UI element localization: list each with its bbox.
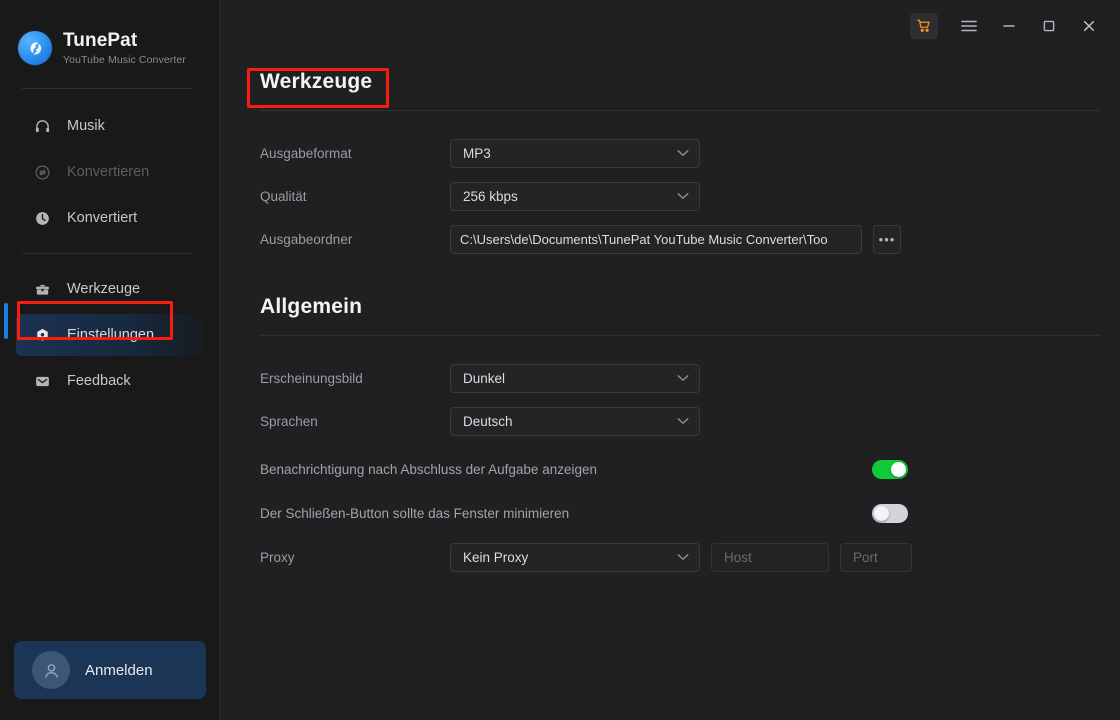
general-section: Allgemein Erscheinungsbild Dunkel Sprach… [260,295,1100,572]
language-select[interactable]: Deutsch [450,406,700,436]
main-panel: Werkzeuge Ausgabeformat MP3 Qualität 256… [220,0,1120,720]
sidebar-item-label: Musik [67,118,105,134]
convert-icon [32,162,52,182]
general-section-divider [260,335,1100,336]
toggle-knob [891,461,906,477]
menu-icon[interactable] [950,11,988,41]
chevron-down-icon [677,149,689,157]
output-folder-label: Ausgabeordner [260,231,353,247]
brand-divider [22,88,192,89]
minimize-on-close-label: Der Schließen-Button sollte das Fenster … [260,505,570,521]
appearance-label: Erscheinungsbild [260,370,363,386]
quality-value: 256 kbps [463,188,518,204]
history-clock-icon [32,208,52,228]
sidebar-item-feedback[interactable]: Feedback [16,360,203,402]
sidebar-item-label: Werkzeuge [67,281,141,297]
toolbox-icon [32,279,52,299]
notification-row: Benachrichtigung nach Abschluss der Aufg… [260,454,908,484]
tunepat-window: TunePat YouTube Music Converter Musik Ko… [0,0,1120,720]
brand-subtitle: YouTube Music Converter [63,54,186,67]
sidebar-item-konvertiert[interactable]: Konvertiert [16,197,203,239]
sidebar-item-label: Konvertieren [67,164,150,180]
proxy-label: Proxy [260,549,295,565]
quality-select[interactable]: 256 kbps [450,181,700,211]
gear-icon [32,325,52,345]
quality-row: Qualität 256 kbps [260,181,1100,211]
mail-icon [32,371,52,391]
output-format-select[interactable]: MP3 [450,138,700,168]
proxy-port-input[interactable]: Port [840,542,912,572]
tunepat-logo-icon [18,31,52,65]
user-avatar-icon [32,651,70,689]
cart-icon[interactable] [910,13,938,39]
general-title: Allgemein [260,295,363,318]
sidebar-item-label: Konvertiert [67,210,138,226]
active-item-accent-bar [4,303,8,339]
notification-toggle[interactable] [872,459,908,479]
tools-section-divider [260,110,1100,111]
notification-label: Benachrichtigung nach Abschluss der Aufg… [260,461,597,477]
output-format-label: Ausgabeformat [260,145,352,161]
quality-label: Qualität [260,188,307,204]
sidebar-item-konvertieren[interactable]: Konvertieren [16,151,203,193]
browse-folder-button[interactable]: ••• [873,224,901,254]
proxy-row: Proxy Kein Proxy Host Port [260,542,1100,572]
minimize-on-close-row: Der Schließen-Button sollte das Fenster … [260,498,908,528]
toggle-knob [874,505,889,521]
sidebar: TunePat YouTube Music Converter Musik Ko… [0,0,220,720]
brand-header: TunePat YouTube Music Converter [0,0,219,72]
close-icon[interactable] [1070,11,1108,41]
output-folder-input[interactable]: C:\Users\de\Documents\TunePat YouTube Mu… [450,224,862,254]
sidebar-item-label: Einstellungen [67,327,155,343]
brand-name: TunePat [63,29,138,51]
output-folder-row: Ausgabeordner C:\Users\de\Documents\Tune… [260,224,1100,254]
headphones-icon [32,116,52,136]
language-label: Sprachen [260,413,318,429]
sidebar-divider [22,253,192,254]
minimize-on-close-toggle[interactable] [872,503,908,523]
page-title: Werkzeuge [260,70,373,93]
minimize-icon[interactable] [990,11,1028,41]
maximize-icon[interactable] [1030,11,1068,41]
chevron-down-icon [677,374,689,382]
output-folder-value: C:\Users\de\Documents\TunePat YouTube Mu… [460,231,828,247]
appearance-row: Erscheinungsbild Dunkel [260,363,1100,393]
language-row: Sprachen Deutsch [260,406,1100,436]
signin-label: Anmelden [85,661,153,679]
signin-button[interactable]: Anmelden [14,641,206,699]
sidebar-item-werkzeuge[interactable]: Werkzeuge [16,268,203,310]
tools-section: Werkzeuge Ausgabeformat MP3 Qualität 256… [260,70,1100,254]
appearance-value: Dunkel [463,370,506,386]
chevron-down-icon [677,192,689,200]
chevron-down-icon [677,417,689,425]
sidebar-item-einstellungen[interactable]: Einstellungen [16,314,203,356]
sidebar-item-musik[interactable]: Musik [16,105,203,147]
titlebar [910,0,1120,52]
appearance-select[interactable]: Dunkel [450,363,700,393]
proxy-value: Kein Proxy [463,549,529,565]
proxy-host-input[interactable]: Host [711,542,829,572]
language-value: Deutsch [463,413,513,429]
output-format-value: MP3 [463,145,491,161]
sidebar-nav: Musik Konvertieren Konvertiert Werkzeuge… [0,105,219,402]
output-format-row: Ausgabeformat MP3 [260,138,1100,168]
sidebar-item-label: Feedback [67,373,131,389]
chevron-down-icon [677,553,689,561]
proxy-select[interactable]: Kein Proxy [450,542,700,572]
